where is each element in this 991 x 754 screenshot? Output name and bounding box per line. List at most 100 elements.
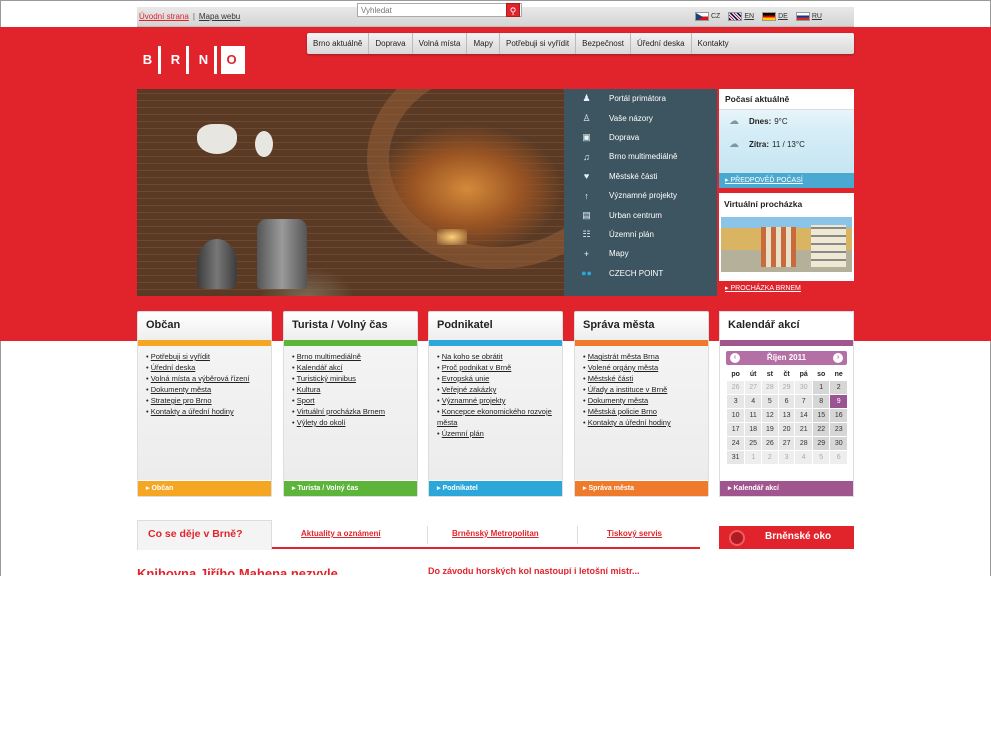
nav-item-potrebuji[interactable]: Potřebuji si vyřídit — [500, 33, 577, 54]
prev-month-icon[interactable]: ‹ — [730, 353, 740, 363]
quick-item-vyznamne-projekty[interactable]: ↑ Významné projekty — [564, 186, 717, 205]
calendar-footer-link[interactable]: Kalendář akcí — [720, 481, 853, 496]
category-link[interactable]: Brno multimediálně — [292, 351, 409, 362]
calendar-day[interactable]: 12 — [762, 409, 778, 422]
calendar-day[interactable]: 21 — [795, 423, 812, 436]
quick-item-multimedia[interactable]: ♫ Brno multimediálně — [564, 147, 717, 166]
category-link[interactable]: Na koho se obrátit — [437, 351, 554, 362]
calendar-day[interactable]: 31 — [727, 451, 745, 464]
category-link[interactable]: Kalendář akcí — [292, 362, 409, 373]
quick-item-vase-nazory[interactable]: ♙ Vaše názory — [564, 108, 717, 127]
lang-ru[interactable]: RU — [795, 12, 822, 21]
calendar-day[interactable]: 22 — [812, 423, 830, 436]
sitemap-link[interactable]: Mapa webu — [199, 12, 240, 21]
category-link[interactable]: Potřebuji si vyřídit — [146, 351, 263, 362]
calendar-day[interactable]: 27 — [745, 381, 762, 394]
category-link[interactable]: Úřední deska — [146, 362, 263, 373]
calendar-day[interactable]: 23 — [830, 423, 847, 436]
home-link[interactable]: Úvodní strana — [139, 12, 189, 21]
calendar-day[interactable]: 9 — [830, 395, 847, 408]
category-link[interactable]: Městská policie Brno — [583, 406, 700, 417]
calendar-day[interactable]: 27 — [778, 437, 795, 450]
calendar-day[interactable]: 29 — [778, 381, 795, 394]
calendar-day[interactable]: 1 — [812, 381, 830, 394]
virtual-tour-link[interactable]: ▸ PROCHÁZKA BRNEM — [719, 281, 854, 296]
brnenske-oko-button[interactable]: Brněnské oko — [719, 526, 854, 549]
nav-item-doprava[interactable]: Doprava — [369, 33, 413, 54]
calendar-day[interactable]: 6 — [778, 395, 795, 408]
category-link[interactable]: Výlety do okolí — [292, 417, 409, 428]
quick-item-portal-primatora[interactable]: ♟ Portál primátora — [564, 89, 717, 108]
calendar-day[interactable]: 29 — [812, 437, 830, 450]
quick-item-doprava[interactable]: ▣ Doprava — [564, 128, 717, 147]
category-footer-link[interactable]: Správa města — [575, 481, 708, 496]
calendar-day[interactable]: 3 — [727, 395, 745, 408]
calendar-day[interactable]: 5 — [762, 395, 778, 408]
category-link[interactable]: Sport — [292, 395, 409, 406]
category-link[interactable]: Evropská unie — [437, 373, 554, 384]
calendar-day[interactable]: 19 — [762, 423, 778, 436]
tab-aktuality[interactable]: Aktuality a oznámení — [301, 529, 381, 538]
quick-item-mestske-casti[interactable]: ♥ Městské části — [564, 167, 717, 186]
calendar-day[interactable]: 15 — [812, 409, 830, 422]
calendar-day[interactable]: 30 — [830, 437, 847, 450]
tab-co-se-deje[interactable]: Co se děje v Brně? — [137, 520, 272, 550]
category-link[interactable]: Koncepce ekonomického rozvoje města — [437, 406, 554, 428]
nav-item-mapy[interactable]: Mapy — [467, 33, 500, 54]
category-footer-link[interactable]: Občan — [138, 481, 271, 496]
category-link[interactable]: Virtuální procházka Brnem — [292, 406, 409, 417]
nav-item-brno-aktualne[interactable]: Brno aktuálně — [307, 33, 370, 54]
category-link[interactable]: Volná místa a výběrová řízení — [146, 373, 263, 384]
calendar-day[interactable]: 18 — [745, 423, 762, 436]
calendar-day[interactable]: 5 — [812, 451, 830, 464]
quick-item-mapy[interactable]: + Mapy — [564, 244, 717, 263]
calendar-day[interactable]: 2 — [830, 381, 847, 394]
calendar-day[interactable]: 17 — [727, 423, 745, 436]
category-link[interactable]: Strategie pro Brno — [146, 395, 263, 406]
nav-item-bezpecnost[interactable]: Bezpečnost — [576, 33, 631, 54]
category-link[interactable]: Dokumenty města — [583, 395, 700, 406]
category-footer-link[interactable]: Podnikatel — [429, 481, 562, 496]
category-link[interactable]: Kontakty a úřední hodiny — [583, 417, 700, 428]
category-link[interactable]: Veřejné zakázky — [437, 384, 554, 395]
search-input[interactable] — [357, 3, 522, 17]
category-link[interactable]: Územní plán — [437, 428, 554, 439]
calendar-day[interactable]: 8 — [812, 395, 830, 408]
search-button[interactable]: ⚲ — [506, 3, 520, 17]
tab-tiskovy-servis[interactable]: Tiskový servis — [607, 529, 662, 538]
nav-item-volna-mista[interactable]: Volná místa — [413, 33, 468, 54]
calendar-day[interactable]: 2 — [762, 451, 778, 464]
category-link[interactable]: Kontakty a úřední hodiny — [146, 406, 263, 417]
calendar-day[interactable]: 14 — [795, 409, 812, 422]
nav-item-kontakty[interactable]: Kontakty — [692, 33, 735, 54]
category-link[interactable]: Proč podnikat v Brně — [437, 362, 554, 373]
calendar-day[interactable]: 4 — [745, 395, 762, 408]
calendar-day[interactable]: 11 — [745, 409, 762, 422]
category-link[interactable]: Turistický minibus — [292, 373, 409, 384]
lang-cz[interactable]: CZ — [695, 12, 720, 21]
calendar-day[interactable]: 28 — [762, 381, 778, 394]
calendar-day[interactable]: 20 — [778, 423, 795, 436]
virtual-tour-image[interactable] — [721, 217, 852, 272]
quick-item-uzemni-plan[interactable]: ☷ Územní plán — [564, 225, 717, 244]
category-link[interactable]: Významné projekty — [437, 395, 554, 406]
calendar-day[interactable]: 16 — [830, 409, 847, 422]
forecast-link[interactable]: ▸ PŘEDPOVĚĎ POČASÍ — [719, 173, 854, 188]
next-month-icon[interactable]: › — [833, 353, 843, 363]
calendar-day[interactable]: 25 — [745, 437, 762, 450]
quick-item-czech-point[interactable]: ●● CZECH POINT — [564, 264, 717, 283]
category-link[interactable]: Magistrát města Brna — [583, 351, 700, 362]
calendar-day[interactable]: 26 — [762, 437, 778, 450]
calendar-day[interactable]: 10 — [727, 409, 745, 422]
tab-metropolitan[interactable]: Brněnský Metropolitan — [452, 529, 539, 538]
calendar-day[interactable]: 28 — [795, 437, 812, 450]
calendar-day[interactable]: 4 — [795, 451, 812, 464]
quick-item-urban-centrum[interactable]: ▤ Urban centrum — [564, 205, 717, 224]
calendar-day[interactable]: 24 — [727, 437, 745, 450]
category-link[interactable]: Dokumenty města — [146, 384, 263, 395]
lang-en[interactable]: EN — [728, 12, 754, 21]
calendar-day[interactable]: 6 — [830, 451, 847, 464]
calendar-day[interactable]: 13 — [778, 409, 795, 422]
category-link[interactable]: Úřady a instituce v Brně — [583, 384, 700, 395]
calendar-day[interactable]: 1 — [745, 451, 762, 464]
